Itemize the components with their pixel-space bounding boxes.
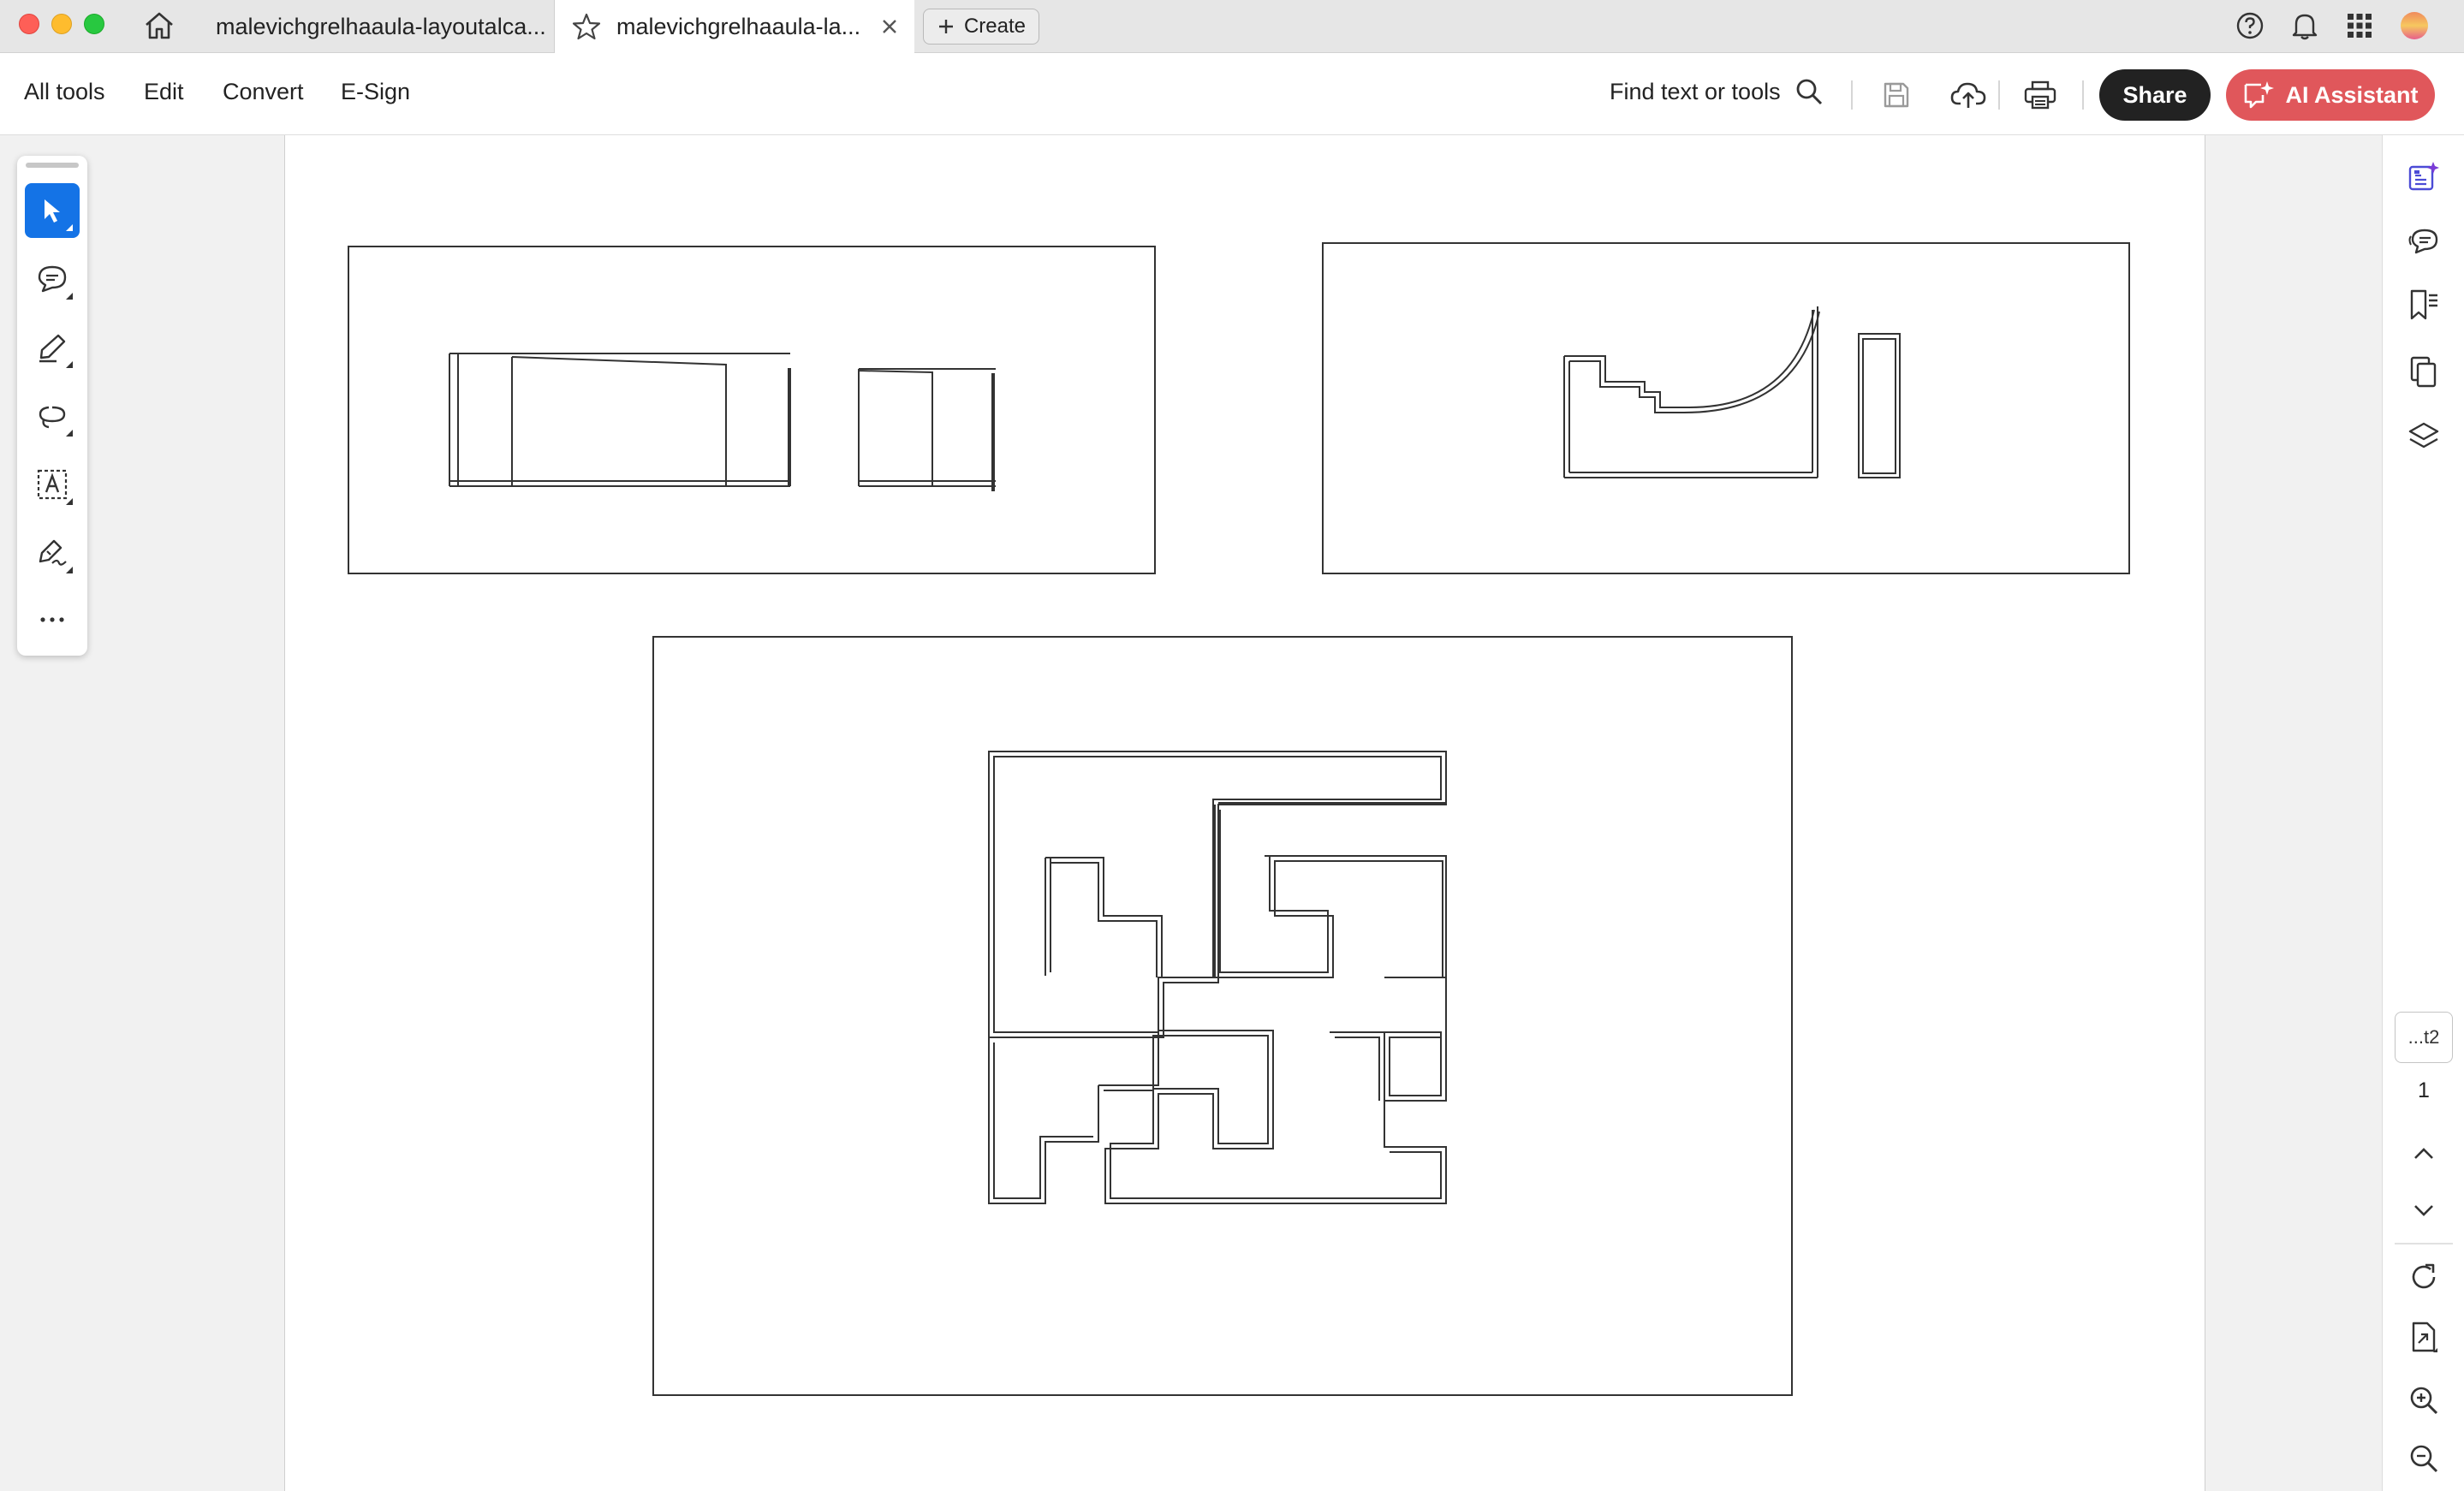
apps-grid-icon[interactable] <box>2341 9 2378 43</box>
save-icon[interactable] <box>1877 75 1916 115</box>
window-close-button[interactable] <box>19 14 39 34</box>
drawing-frame-1 <box>348 246 1156 574</box>
elevation-sketch-left <box>449 353 996 491</box>
find-label: Find text or tools <box>1610 78 1781 104</box>
tab-document-2-active[interactable]: malevichgrelhaaula-la... <box>555 0 914 53</box>
window-zoom-button[interactable] <box>84 14 104 34</box>
ai-assistant-button[interactable]: AI Assistant <box>2226 69 2435 121</box>
text-box-icon <box>37 469 68 500</box>
highlight-tool[interactable] <box>25 320 80 375</box>
menu-convert[interactable]: Convert <box>223 79 304 105</box>
page-thumbnail-label[interactable]: ...t2 <box>2395 1012 2453 1063</box>
panel-drag-handle[interactable] <box>26 163 79 168</box>
app-toolbar: All tools Edit Convert E-Sign Find text … <box>0 53 2464 135</box>
create-label: Create <box>963 15 1027 38</box>
more-icon <box>40 617 64 622</box>
drawing-canvas <box>348 242 2130 1396</box>
plus-icon <box>938 20 953 33</box>
find-text-or-tools[interactable]: Find text or tools <box>1610 77 1824 106</box>
menu-edit[interactable]: Edit <box>144 79 184 105</box>
toolbar-divider <box>1851 80 1853 110</box>
bookmarks-icon[interactable] <box>2403 284 2444 325</box>
layers-icon[interactable] <box>2403 416 2444 457</box>
help-icon[interactable] <box>2231 9 2269 43</box>
floorplan-sketch <box>988 751 1447 1204</box>
chevron-up-icon[interactable] <box>2403 1133 2444 1174</box>
ai-sparkle-icon <box>2245 81 2275 109</box>
star-icon[interactable] <box>572 12 601 41</box>
right-side-rail: ...t2 1 <box>2382 135 2464 1491</box>
close-icon[interactable] <box>878 15 901 38</box>
ai-assistant-label: AI Assistant <box>2285 81 2419 108</box>
search-icon <box>1796 79 1822 105</box>
more-tools-button[interactable] <box>25 592 80 647</box>
select-tool[interactable] <box>25 183 80 238</box>
current-page-number: 1 <box>2418 1078 2430 1102</box>
tab-title: malevichgrelhaaula-la... <box>616 13 861 39</box>
rail-divider <box>2395 1243 2453 1244</box>
notification-bell-icon[interactable] <box>2286 9 2324 43</box>
sign-tool[interactable] <box>25 526 80 580</box>
toolbar-divider <box>2082 80 2084 110</box>
lasso-draw-icon <box>39 406 66 429</box>
signature-pen-icon <box>39 539 67 566</box>
quick-tools-panel <box>17 156 87 656</box>
pages-icon[interactable] <box>2403 351 2444 392</box>
section-sketch-curved <box>1563 306 1901 478</box>
text-box-tool[interactable] <box>25 457 80 512</box>
print-icon[interactable] <box>2021 75 2060 115</box>
rotate-icon[interactable] <box>2403 1256 2444 1298</box>
create-tab-button[interactable]: Create <box>923 9 1039 45</box>
cloud-upload-icon[interactable] <box>1949 75 1988 115</box>
toolbar-divider <box>1998 80 2000 110</box>
tab-title: malevichgrelhaaula-layoutalca... <box>216 13 546 39</box>
menu-e-sign[interactable]: E-Sign <box>341 79 410 105</box>
draw-tool[interactable] <box>25 389 80 443</box>
page-extract-icon[interactable] <box>2403 1316 2444 1357</box>
window-minimize-button[interactable] <box>51 14 72 34</box>
highlight-pen-icon <box>39 334 66 363</box>
zoom-out-icon[interactable] <box>2403 1438 2444 1479</box>
add-comment-tool[interactable] <box>25 252 80 306</box>
drawing-frame-3 <box>652 636 1793 1396</box>
menu-all-tools[interactable]: All tools <box>24 79 105 105</box>
avatar[interactable] <box>2396 9 2433 43</box>
share-button[interactable]: Share <box>2099 69 2211 121</box>
home-icon[interactable] <box>140 9 178 43</box>
tab-document-1[interactable]: malevichgrelhaaula-layoutalca... <box>190 0 555 53</box>
pdf-page[interactable] <box>284 135 2205 1491</box>
chevron-down-icon[interactable] <box>2403 1190 2444 1231</box>
zoom-in-icon[interactable] <box>2403 1380 2444 1421</box>
select-arrow-icon <box>45 199 60 223</box>
comments-list-icon[interactable] <box>2403 221 2444 262</box>
browser-tab-bar: malevichgrelhaaula-layoutalca... malevic… <box>0 0 2464 53</box>
comment-icon <box>38 265 67 293</box>
ai-summary-icon[interactable] <box>2403 156 2444 197</box>
